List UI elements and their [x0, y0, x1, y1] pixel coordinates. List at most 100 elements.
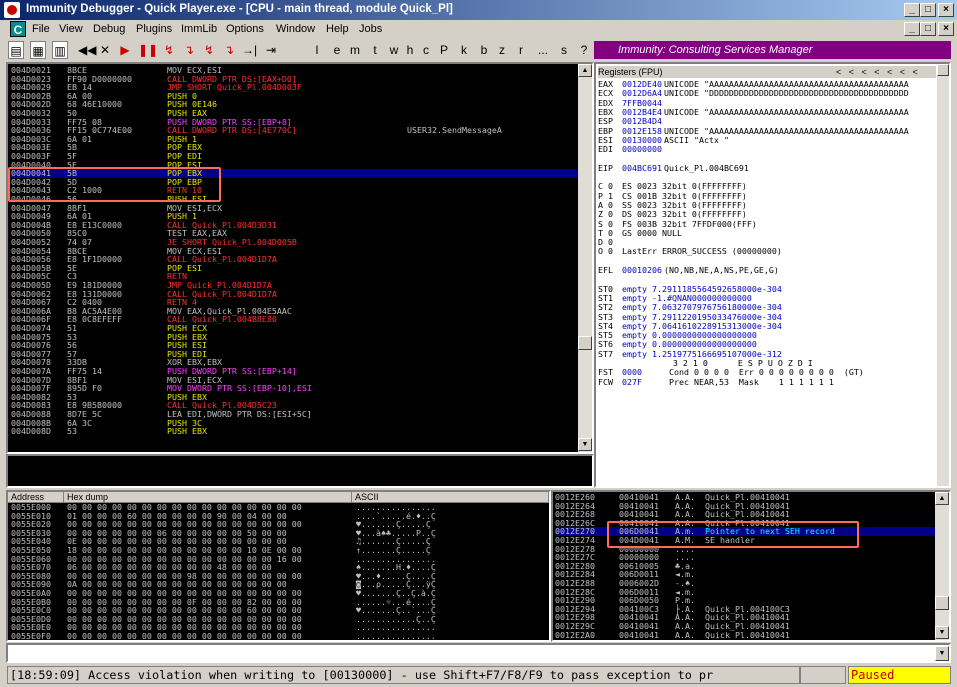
- step-into-icon[interactable]: ↯: [162, 41, 176, 59]
- stack-row[interactable]: 0012E27C 00000000....: [555, 553, 935, 562]
- toolbar-cpu[interactable]: c: [420, 41, 432, 59]
- scroll-thumb[interactable]: [578, 336, 592, 350]
- execute-till-return-icon[interactable]: →|: [242, 41, 257, 59]
- toolbar-windows[interactable]: w: [388, 41, 400, 59]
- step-over-icon[interactable]: ↴: [182, 41, 196, 59]
- dump-header-hex[interactable]: Hex dump: [64, 492, 352, 503]
- maximize-button[interactable]: □: [920, 3, 936, 17]
- disasm-row[interactable]: 004D003F 5F POP EDI: [11, 152, 577, 161]
- toolbar-handles[interactable]: h: [404, 41, 416, 59]
- toolbar-more[interactable]: ...: [534, 41, 552, 59]
- stack-row[interactable]: 0012E284 006D0011 ◄.m.: [555, 570, 935, 579]
- disasm-row[interactable]: 004D0056 E8 1F1D0000 CALL Quick_Pl.004D1D7…: [11, 255, 577, 264]
- disasm-row[interactable]: 004D0075 53 PUSH EBX: [11, 332, 577, 342]
- toolbar-patches[interactable]: P: [438, 41, 450, 59]
- disasm-row[interactable]: 004D0047 8BF1 MOV ESI,ECX: [11, 203, 577, 213]
- stack-row[interactable]: 0012E28C 006D0011 ◄.m.: [555, 587, 935, 597]
- register-line[interactable]: EFL 00010206 (NO,NB,NE,A,NS,PE,GE,G): [598, 266, 936, 275]
- toolbar-memory[interactable]: m: [349, 41, 361, 59]
- close-process-icon[interactable]: ✕: [98, 41, 112, 59]
- disasm-row[interactable]: 004D008B 6A 3C PUSH 3C: [11, 418, 577, 428]
- child-restore-button[interactable]: □: [920, 22, 936, 36]
- stack-row[interactable]: 0012E2A0 00410041 A.A. Quick_Pl.00410041: [555, 630, 935, 639]
- minimize-button[interactable]: _: [904, 3, 920, 17]
- scroll-down-icon[interactable]: ▼: [578, 438, 592, 451]
- run-icon[interactable]: ▶: [118, 41, 132, 59]
- disasm-row[interactable]: 004D004B E8 E13C0000 CALL Quick_Pl.004D3D3…: [11, 221, 577, 230]
- toolbar-executable-modules[interactable]: e: [331, 41, 343, 59]
- toolbar-log[interactable]: l: [311, 41, 323, 59]
- menu-file[interactable]: File: [32, 23, 50, 35]
- attach-icon[interactable]: ▦: [30, 41, 46, 59]
- trace-into-icon[interactable]: ↯: [202, 41, 216, 59]
- trace-over-icon[interactable]: ↴: [222, 41, 236, 59]
- stack-pane[interactable]: 0012E260 00410041 A.A. Quick_Pl.00410041 001…: [551, 490, 951, 642]
- registers-list[interactable]: EAX 0012DE40 UNICODE "AAAAAAAAAAAAAAAAAAAA…: [598, 69, 936, 479]
- stack-scroll-down-icon[interactable]: ▼: [935, 626, 949, 639]
- toolbar-breakpoints[interactable]: b: [478, 41, 490, 59]
- toolbar-hw-breakpoints[interactable]: z: [496, 41, 508, 59]
- goto-icon[interactable]: ⇥: [264, 41, 278, 59]
- disasm-row[interactable]: 004D003E 5B POP EBX: [11, 143, 577, 152]
- registers-pane[interactable]: Registers (FPU) < < < < < < < EAX 0012DE40…: [594, 62, 951, 488]
- toolbar-threads[interactable]: t: [369, 41, 381, 59]
- child-close-button[interactable]: ×: [938, 22, 954, 36]
- disasm-row[interactable]: 004D0036 FF15 0C774E00 CALL DWORD PTR DS:[…: [11, 126, 577, 135]
- dump-row[interactable]: 0055E0F0 00 00 00 00 00 00 00 00 00 00 00…: [11, 632, 548, 640]
- menu-window[interactable]: Window: [276, 23, 315, 35]
- dump-header-address[interactable]: Address: [8, 492, 64, 503]
- disasm-row[interactable]: 004D008D 53 PUSH EBX: [11, 427, 577, 436]
- stack-scroll-thumb[interactable]: [935, 596, 949, 610]
- restart-icon[interactable]: ▥: [52, 41, 68, 59]
- menu-plugins[interactable]: Plugins: [136, 23, 172, 35]
- disasm-row[interactable]: 004D0074 51 PUSH ECX: [11, 324, 577, 333]
- close-button[interactable]: ×: [938, 3, 954, 17]
- toolbar-run-trace[interactable]: r: [515, 41, 527, 59]
- stack-row[interactable]: 0012E288 0006002D -.♠.: [555, 579, 935, 588]
- disasm-row[interactable]: 004D0088 8D7E 5C LEA EDI,DWORD PTR DS:[ESI…: [11, 410, 577, 419]
- dump-listing[interactable]: 0055E000 00 00 00 00 00 00 00 00 00 00 00…: [11, 503, 548, 640]
- disasm-row[interactable]: 004D005B 5E POP ESI: [11, 264, 577, 273]
- disasm-row[interactable]: 004D003C 6A 01 PUSH 1: [11, 135, 577, 144]
- register-line[interactable]: FCW 027F Prec NEAR,53 Mask 1 1 1 1 1 1: [598, 377, 936, 387]
- stack-scrollbar[interactable]: ▲ ▼: [935, 492, 949, 640]
- registers-scrollbar[interactable]: [937, 64, 949, 486]
- command-dropdown-icon[interactable]: ▼: [935, 646, 949, 661]
- child-minimize-button[interactable]: _: [904, 22, 920, 36]
- disassembly-scrollbar[interactable]: ▲ ▼: [578, 64, 592, 452]
- dump-header-ascii[interactable]: ASCII: [352, 492, 549, 503]
- menu-immlib[interactable]: ImmLib: [181, 23, 217, 35]
- menu-help[interactable]: Help: [326, 23, 349, 35]
- disasm-row[interactable]: 004D002D 68 46E10000 PUSH 0E146: [11, 100, 577, 109]
- command-input[interactable]: [6, 643, 951, 663]
- stack-listing[interactable]: 0012E260 00410041 A.A. Quick_Pl.00410041 001…: [555, 493, 935, 639]
- disasm-row[interactable]: 004D0029 EB 14 JMP SHORT Quick_Pl.004D003F: [11, 83, 577, 92]
- dump-pane[interactable]: Address Hex dump ASCII 0055E000 00 00 00 …: [6, 490, 551, 642]
- menu-debug[interactable]: Debug: [93, 23, 125, 35]
- register-line[interactable]: T 0 GS 0000 NULL: [598, 229, 936, 238]
- reg-scroll-up-icon[interactable]: [937, 64, 949, 76]
- register-line[interactable]: EIP 004BC691 Quick_Pl.004BC691: [598, 163, 936, 173]
- disasm-row[interactable]: 004D006F E8 0C8EFEFF CALL Quick_Pl.004B8E8…: [11, 315, 577, 324]
- toolbar-help[interactable]: ?: [578, 41, 590, 59]
- disassembly-listing[interactable]: 004D0021 8BCE MOV ECX,ESI 004D0023 FF90 D000…: [11, 66, 577, 450]
- scroll-up-icon[interactable]: ▲: [578, 64, 592, 77]
- toolbar-call-stack[interactable]: k: [458, 41, 470, 59]
- rewind-icon[interactable]: ◀◀: [78, 41, 96, 59]
- disasm-row[interactable]: 004D007F 895D F0 MOV DWORD PTR SS:[EBP-10]…: [11, 384, 577, 393]
- disasm-row[interactable]: 004D0077 57 PUSH EDI: [11, 350, 577, 359]
- pause-icon[interactable]: ❚❚: [138, 41, 158, 59]
- menu-options[interactable]: Options: [226, 23, 264, 35]
- stack-row[interactable]: 0012E280 00610005 ♣.a.: [555, 562, 935, 571]
- disasm-row[interactable]: 004D0076 56 PUSH ESI: [11, 341, 577, 350]
- register-line[interactable]: O 0 LastErr ERROR_SUCCESS (00000000): [598, 247, 936, 256]
- disasm-row[interactable]: 004D007A FF75 14 PUSH DWORD PTR SS:[EBP+14…: [11, 367, 577, 376]
- toolbar-source[interactable]: s: [558, 41, 570, 59]
- register-line[interactable]: EDI 00000000: [598, 145, 936, 154]
- open-icon[interactable]: ▤: [8, 41, 24, 59]
- cpu-window-icon[interactable]: C: [10, 21, 26, 37]
- disasm-row[interactable]: 004D0052 74 07 JE SHORT Quick_Pl.004D005B: [11, 238, 577, 247]
- stack-scroll-up-icon[interactable]: ▲: [935, 492, 949, 505]
- menu-view[interactable]: View: [59, 23, 83, 35]
- menu-jobs[interactable]: Jobs: [359, 23, 382, 35]
